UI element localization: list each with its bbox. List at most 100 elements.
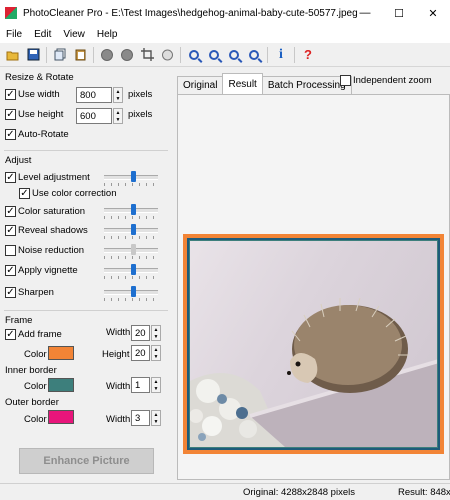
toolbar: i ? — [0, 43, 450, 67]
zoom-actual-icon[interactable] — [246, 47, 262, 63]
menu-view[interactable]: View — [57, 29, 91, 40]
image-viewport[interactable] — [177, 94, 450, 480]
frame-height-input[interactable]: 20 — [131, 345, 150, 361]
menu-help[interactable]: Help — [91, 29, 124, 40]
auto-rotate-checkbox[interactable]: ✓ — [5, 129, 16, 140]
outer-border-color-swatch[interactable] — [48, 410, 74, 424]
level-adjustment-checkbox[interactable]: ✓ — [5, 172, 16, 183]
color-saturation-slider[interactable] — [104, 204, 158, 215]
apply-vignette-label: Apply vignette — [18, 265, 78, 276]
width-input[interactable]: 800 — [76, 87, 112, 103]
inner-border-title: Inner border — [5, 365, 57, 376]
help-glyph: ? — [304, 47, 312, 62]
info-icon[interactable]: i — [273, 47, 289, 63]
use-color-correction-label: Use color correction — [32, 188, 117, 199]
frame-width-input[interactable]: 20 — [131, 325, 150, 341]
auto-rotate-option[interactable]: ✓ Auto-Rotate — [5, 129, 69, 140]
zoom-fit-icon[interactable] — [226, 47, 242, 63]
use-color-correction-option[interactable]: ✓ Use color correction — [19, 188, 116, 199]
auto-rotate-label: Auto-Rotate — [18, 129, 69, 140]
sharpen-option[interactable]: ✓ Sharpen — [5, 287, 54, 298]
title-bar: PhotoCleaner Pro - E:\Test Images\hedgeh… — [0, 0, 450, 26]
add-frame-option[interactable]: ✓ Add frame — [5, 329, 62, 340]
use-width-option[interactable]: ✓ Use width — [5, 89, 60, 100]
inner-border-color-swatch[interactable] — [48, 378, 74, 392]
outer-border-color-label: Color — [24, 414, 47, 425]
noise-reduction-option[interactable]: Noise reduction — [5, 245, 84, 256]
frame-color-swatch[interactable] — [48, 346, 74, 360]
apply-vignette-slider[interactable] — [104, 264, 158, 275]
slider-thumb[interactable] — [131, 244, 136, 255]
inner-border-width-spinner[interactable]: ▲ ▼ — [151, 377, 161, 393]
slider-thumb[interactable] — [131, 171, 136, 182]
save-icon[interactable] — [25, 47, 41, 63]
sharpen-slider[interactable] — [104, 286, 158, 297]
reveal-shadows-slider[interactable] — [104, 224, 158, 235]
slider-thumb[interactable] — [131, 264, 136, 275]
tab-result[interactable]: Result — [222, 73, 263, 94]
hand-icon[interactable] — [159, 47, 175, 63]
zoom-in-icon[interactable] — [186, 47, 202, 63]
slider-thumb[interactable] — [131, 204, 136, 215]
height-unit: pixels — [128, 109, 153, 120]
inner-border-width-input[interactable]: 1 — [131, 377, 150, 393]
width-spinner[interactable]: ▲ ▼ — [113, 87, 123, 103]
apply-vignette-option[interactable]: ✓ Apply vignette — [5, 265, 78, 276]
add-frame-label: Add frame — [18, 329, 62, 340]
menu-file[interactable]: File — [0, 29, 28, 40]
slider-thumb[interactable] — [131, 286, 136, 297]
sharpen-checkbox[interactable]: ✓ — [5, 287, 16, 298]
color-saturation-option[interactable]: ✓ Color saturation — [5, 206, 85, 217]
frame-width-spinner[interactable]: ▲ ▼ — [151, 325, 161, 341]
use-height-option[interactable]: ✓ Use height — [5, 109, 63, 120]
frame-height-spinner[interactable]: ▲ ▼ — [151, 345, 161, 361]
paste-icon[interactable] — [72, 47, 88, 63]
undo-icon[interactable] — [99, 47, 115, 63]
menu-edit[interactable]: Edit — [28, 29, 57, 40]
preview-tabs: Original Result Batch Processing — [177, 72, 352, 94]
width-unit: pixels — [128, 89, 153, 100]
apply-vignette-checkbox[interactable]: ✓ — [5, 265, 16, 276]
frame-color-label: Color — [24, 349, 47, 360]
reveal-shadows-checkbox[interactable]: ✓ — [5, 225, 16, 236]
tab-original[interactable]: Original — [177, 76, 224, 94]
slider-thumb[interactable] — [131, 224, 136, 235]
maximize-button[interactable]: ☐ — [382, 0, 416, 26]
use-width-label: Use width — [18, 89, 60, 100]
independent-zoom-option[interactable]: Independent zoom — [340, 75, 432, 86]
level-adjustment-option[interactable]: ✓ Level adjustment — [5, 172, 90, 183]
noise-reduction-slider[interactable] — [104, 244, 158, 255]
minimize-button[interactable]: — — [348, 0, 382, 26]
zoom-out-icon[interactable] — [206, 47, 222, 63]
use-height-checkbox[interactable]: ✓ — [5, 109, 16, 120]
color-saturation-checkbox[interactable]: ✓ — [5, 206, 16, 217]
toolbar-separator — [180, 46, 181, 63]
outer-border-width-input[interactable]: 3 — [131, 410, 150, 426]
use-width-checkbox[interactable]: ✓ — [5, 89, 16, 100]
enhance-picture-button[interactable]: Enhance Picture — [19, 448, 154, 474]
crop-icon[interactable] — [139, 47, 155, 63]
close-button[interactable]: ✕ — [416, 0, 450, 26]
slider-ticks — [104, 256, 158, 259]
open-icon[interactable] — [5, 47, 21, 63]
outer-border-width-spinner[interactable]: ▲ ▼ — [151, 410, 161, 426]
independent-zoom-checkbox[interactable] — [340, 75, 351, 86]
copy-icon[interactable] — [52, 47, 68, 63]
toolbar-separator — [93, 46, 94, 63]
height-spinner[interactable]: ▲ ▼ — [113, 108, 123, 124]
reveal-shadows-option[interactable]: ✓ Reveal shadows — [5, 225, 88, 236]
frame-width-label: Width — [106, 327, 131, 338]
noise-reduction-label: Noise reduction — [18, 245, 85, 256]
frame-height-label: Height — [102, 349, 130, 360]
reveal-shadows-label: Reveal shadows — [18, 225, 88, 236]
noise-reduction-checkbox[interactable] — [5, 245, 16, 256]
tab-batch-processing[interactable]: Batch Processing — [261, 76, 352, 94]
use-color-correction-checkbox[interactable]: ✓ — [19, 188, 30, 199]
level-adjustment-slider[interactable] — [104, 171, 158, 182]
height-input[interactable]: 600 — [76, 108, 112, 124]
use-height-label: Use height — [18, 109, 64, 120]
add-frame-checkbox[interactable]: ✓ — [5, 329, 16, 340]
help-icon[interactable]: ? — [300, 47, 316, 63]
slider-ticks — [104, 216, 158, 219]
redo-icon[interactable] — [119, 47, 135, 63]
